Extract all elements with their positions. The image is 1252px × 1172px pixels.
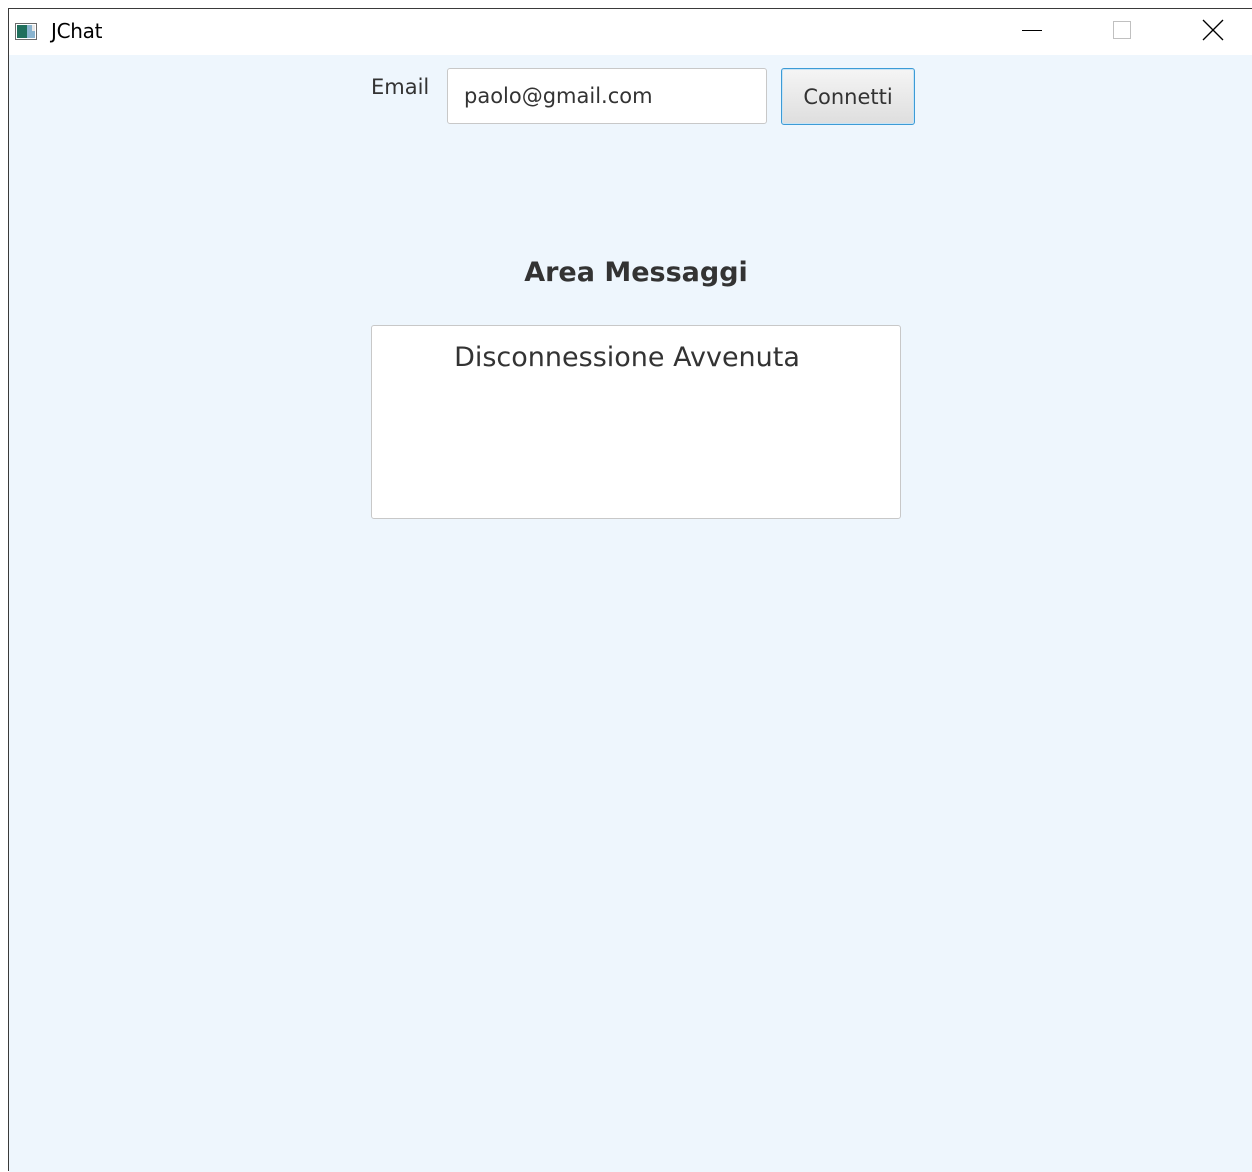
- maximize-button[interactable]: [1099, 9, 1145, 55]
- main-content: Email Connetti Area Messaggi Disconnessi…: [9, 55, 1252, 1172]
- messages-area[interactable]: Disconnessione Avvenuta: [371, 325, 901, 519]
- message-text: Disconnessione Avvenuta: [454, 342, 800, 373]
- app-window: JChat Email paolo@gmail.com Connetti Are…: [8, 8, 1252, 1172]
- email-label: Email: [371, 75, 430, 99]
- close-button[interactable]: [1190, 9, 1236, 55]
- email-input[interactable]: [447, 68, 767, 124]
- close-icon: [1202, 19, 1224, 45]
- minimize-icon: [1022, 20, 1042, 44]
- app-icon: [15, 23, 37, 40]
- maximize-icon: [1112, 20, 1132, 44]
- connect-button[interactable]: Connetti: [781, 68, 915, 125]
- messages-title: Area Messaggi: [524, 257, 748, 288]
- window-title: JChat: [51, 19, 103, 43]
- title-bar[interactable]: JChat: [9, 9, 1252, 55]
- minimize-button[interactable]: [1009, 9, 1055, 55]
